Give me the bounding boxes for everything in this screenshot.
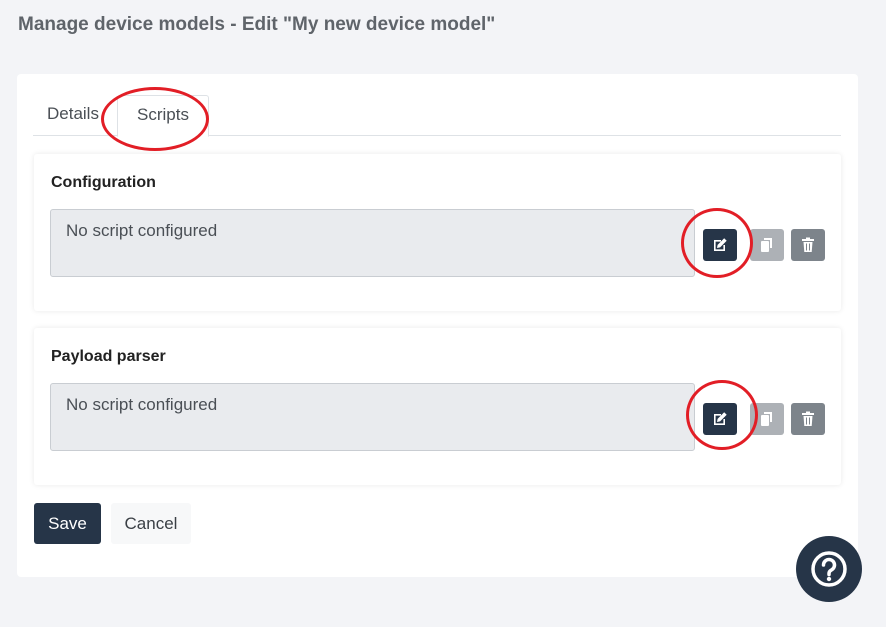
tab-scripts[interactable]: Scripts <box>117 95 209 137</box>
trash-icon <box>802 411 814 426</box>
help-button[interactable] <box>796 536 862 602</box>
section-title-configuration: Configuration <box>51 174 156 191</box>
payload-parser-delete-button[interactable] <box>791 403 825 435</box>
payload-parser-copy-button[interactable] <box>750 403 784 435</box>
edit-icon <box>714 238 727 251</box>
copy-icon <box>761 412 772 426</box>
save-button[interactable]: Save <box>34 503 101 544</box>
edit-icon <box>714 412 727 425</box>
trash-icon <box>802 237 814 252</box>
tab-bar: Details Scripts <box>33 95 841 137</box>
payload-parser-script-box: No script configured <box>50 383 695 451</box>
payload-parser-edit-button[interactable] <box>703 403 737 435</box>
section-title-payload-parser: Payload parser <box>51 348 166 365</box>
configuration-script-box: No script configured <box>50 209 695 277</box>
cancel-button[interactable]: Cancel <box>111 503 191 544</box>
configuration-edit-button[interactable] <box>703 229 737 261</box>
configuration-copy-button[interactable] <box>750 229 784 261</box>
copy-icon <box>761 238 772 252</box>
configuration-script-status: No script configured <box>66 221 218 240</box>
payload-parser-section: Payload parser No script configured <box>34 328 841 485</box>
configuration-delete-button[interactable] <box>791 229 825 261</box>
help-icon <box>811 551 847 587</box>
payload-parser-script-status: No script configured <box>66 395 218 414</box>
tab-details[interactable]: Details <box>33 95 111 136</box>
page-title: Manage device models - Edit "My new devi… <box>18 14 496 35</box>
configuration-section: Configuration No script configured <box>34 154 841 311</box>
main-card: Details Scripts Configuration No script … <box>17 74 858 577</box>
